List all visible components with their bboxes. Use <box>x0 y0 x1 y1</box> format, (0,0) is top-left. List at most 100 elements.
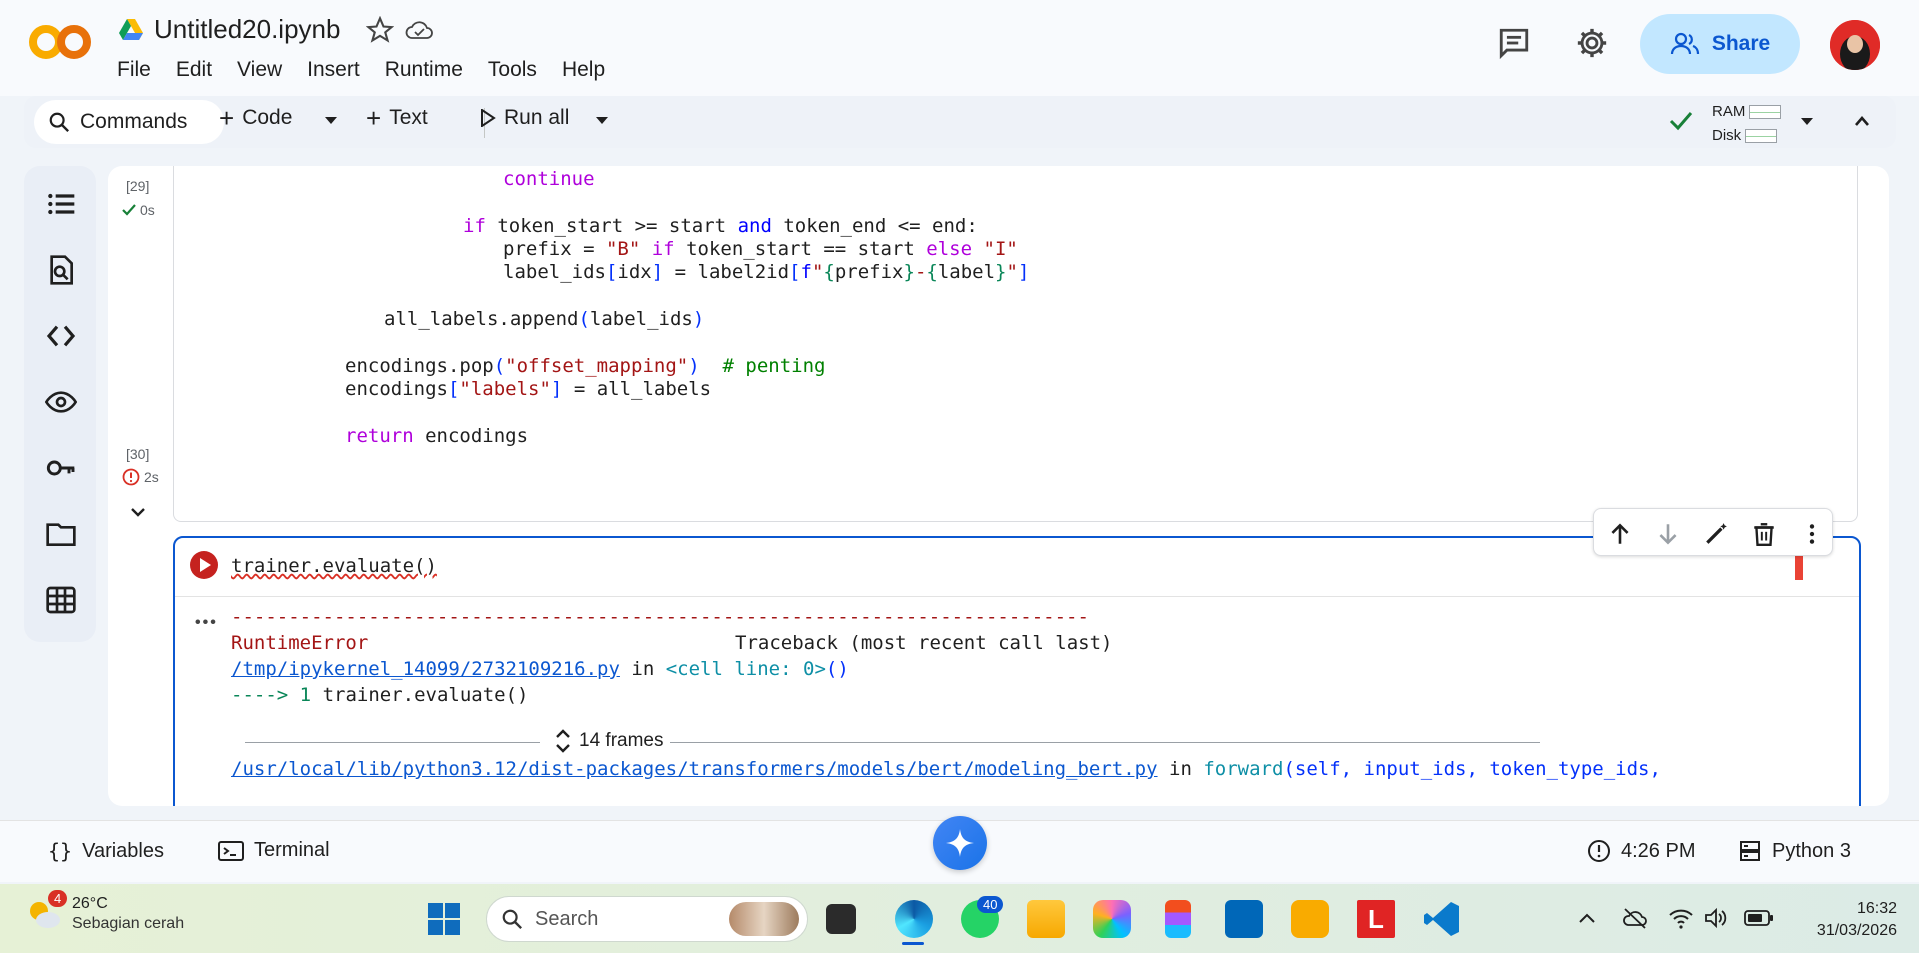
volume-icon[interactable] <box>1703 906 1727 930</box>
search-icon <box>49 112 70 133</box>
traceback-file2-link[interactable]: /usr/local/lib/python3.12/dist-packages/… <box>231 758 1158 780</box>
expand-frames-button[interactable]: 14 frames <box>555 728 663 754</box>
disk-label: Disk <box>1712 127 1742 144</box>
code-label: Code <box>242 106 293 129</box>
search-label: Search <box>535 907 599 930</box>
side-rail <box>24 166 96 642</box>
variables-button[interactable]: {} Variables <box>48 839 164 863</box>
collapse-output-chevron-icon[interactable] <box>130 506 146 518</box>
delete-cell-trash-icon[interactable] <box>1751 521 1777 547</box>
cloud-saved-icon[interactable] <box>404 16 434 44</box>
in-word: in <box>1169 758 1192 780</box>
windows-start-icon[interactable] <box>427 902 461 936</box>
commands-button[interactable]: Commands <box>34 100 224 144</box>
edge-browser-icon[interactable] <box>895 900 933 938</box>
execution-time-status[interactable]: 4:26 PM <box>1587 839 1695 863</box>
drive-icon[interactable] <box>118 18 144 42</box>
task-view-icon[interactable] <box>826 904 856 934</box>
menu-file[interactable]: File <box>117 58 163 82</box>
cell30-exec-time: 2s <box>144 469 159 485</box>
file-explorer-icon[interactable] <box>1027 900 1065 938</box>
wifi-icon[interactable] <box>1668 906 1694 930</box>
chevron-down-icon[interactable] <box>595 116 609 126</box>
star-icon[interactable] <box>366 15 395 44</box>
add-text-button[interactable]: + Text <box>366 103 428 133</box>
account-avatar[interactable] <box>1830 20 1880 70</box>
l-app-icon[interactable]: L <box>1357 900 1395 938</box>
run-all-label: Run all <box>504 106 570 129</box>
find-in-page-icon[interactable] <box>45 254 77 286</box>
whatsapp-badge: 40 <box>977 896 1004 913</box>
code-line: return encodings <box>345 425 529 447</box>
ram-label: RAM <box>1712 103 1746 120</box>
cell30-run-error-button[interactable] <box>189 550 219 580</box>
run-all-button[interactable]: Run all <box>480 106 569 130</box>
runtime-status[interactable]: Python 3 <box>1738 839 1851 863</box>
menu-tools[interactable]: Tools <box>488 58 549 82</box>
output-menu-icon[interactable]: ••• <box>195 614 218 632</box>
variable-inspector-eye-icon[interactable] <box>45 386 77 418</box>
resource-monitor[interactable]: RAM Disk <box>1712 100 1782 148</box>
battery-icon[interactable] <box>1744 908 1774 928</box>
connected-check-icon <box>1669 112 1693 131</box>
notebook-area[interactable]: [29] 0s continue if token_start >= start… <box>108 166 1889 806</box>
code-cell-29[interactable]: continue if token_start >= start and tok… <box>173 166 1858 522</box>
figma-icon[interactable] <box>1165 900 1191 938</box>
code-line: continue <box>503 168 595 190</box>
edit-with-ai-icon[interactable] <box>1703 521 1729 547</box>
secrets-key-icon[interactable] <box>45 452 77 484</box>
share-button[interactable]: Share <box>1640 14 1800 74</box>
move-cell-up-icon[interactable] <box>1607 521 1633 547</box>
more-vert-icon[interactable] <box>1799 521 1825 547</box>
weather-condition: Sebagian cerah <box>72 915 185 932</box>
text-label: Text <box>389 106 428 129</box>
menu-edit[interactable]: Edit <box>176 58 224 82</box>
unfold-more-icon <box>556 729 570 753</box>
braces-icon: {} <box>48 839 73 863</box>
cloud-offline-icon[interactable] <box>1622 906 1648 930</box>
data-table-icon[interactable] <box>45 584 77 616</box>
play-outline-icon <box>481 109 496 127</box>
vscode-icon[interactable] <box>1423 900 1461 938</box>
weather-widget[interactable]: 4 26°C Sebagian cerah <box>26 890 185 934</box>
status-time: 4:26 PM <box>1621 839 1696 862</box>
system-clock[interactable]: 16:32 31/03/2026 <box>1817 898 1897 942</box>
menu-view[interactable]: View <box>237 58 294 82</box>
code-cell-30[interactable]: trainer.evaluate() ••• -----------------… <box>173 536 1861 806</box>
comment-icon[interactable] <box>1497 26 1531 60</box>
terminal-icon <box>218 840 244 861</box>
files-folder-icon[interactable] <box>45 518 77 550</box>
plus-icon: + <box>366 103 382 133</box>
cell30-code[interactable]: trainer.evaluate() <box>231 553 437 579</box>
cell30-exec-count: [30] <box>126 446 150 462</box>
add-code-button[interactable]: + Code <box>219 105 293 131</box>
move-cell-down-icon[interactable] <box>1655 521 1681 547</box>
copilot-icon[interactable] <box>1093 900 1131 938</box>
forward-args: (self, input_ids, token_type_ids, <box>1283 758 1661 780</box>
temperature: 26°C <box>72 895 108 912</box>
menu-help[interactable]: Help <box>562 58 617 82</box>
settings-gear-icon[interactable] <box>1575 26 1609 60</box>
cell-ref: <cell line: 0> <box>665 658 826 680</box>
colab-logo[interactable] <box>28 22 94 62</box>
chevron-down-icon[interactable] <box>324 116 338 126</box>
table-of-contents-icon[interactable] <box>45 188 77 220</box>
terminal-button[interactable]: Terminal <box>218 839 330 862</box>
colab-app-icon[interactable] <box>1291 900 1329 938</box>
menu-runtime[interactable]: Runtime <box>385 58 475 82</box>
weather-badge: 4 <box>48 890 68 907</box>
traceback-file-link[interactable]: /tmp/ipykernel_14099/2732109216.py <box>231 658 620 680</box>
gemini-button[interactable] <box>933 816 987 870</box>
show-hidden-icons-chevron-icon[interactable] <box>1578 912 1596 924</box>
code-line: label_ids[idx] = label2id[f"{prefix}-{la… <box>503 261 1030 283</box>
notebook-title[interactable]: Untitled20.ipynb <box>154 14 340 45</box>
colab-header: Untitled20.ipynb File Edit View Insert R… <box>0 0 1919 96</box>
frames-label: 14 frames <box>579 730 664 751</box>
taskbar-search[interactable]: Search <box>486 896 808 942</box>
traceback-file2-line: /usr/local/lib/python3.12/dist-packages/… <box>231 756 1661 782</box>
collapse-header-icon[interactable] <box>1854 114 1870 128</box>
code-snippets-icon[interactable] <box>45 320 77 352</box>
microsoft-store-icon[interactable] <box>1225 900 1263 938</box>
chevron-down-icon[interactable] <box>1800 117 1814 127</box>
menu-insert[interactable]: Insert <box>307 58 372 82</box>
